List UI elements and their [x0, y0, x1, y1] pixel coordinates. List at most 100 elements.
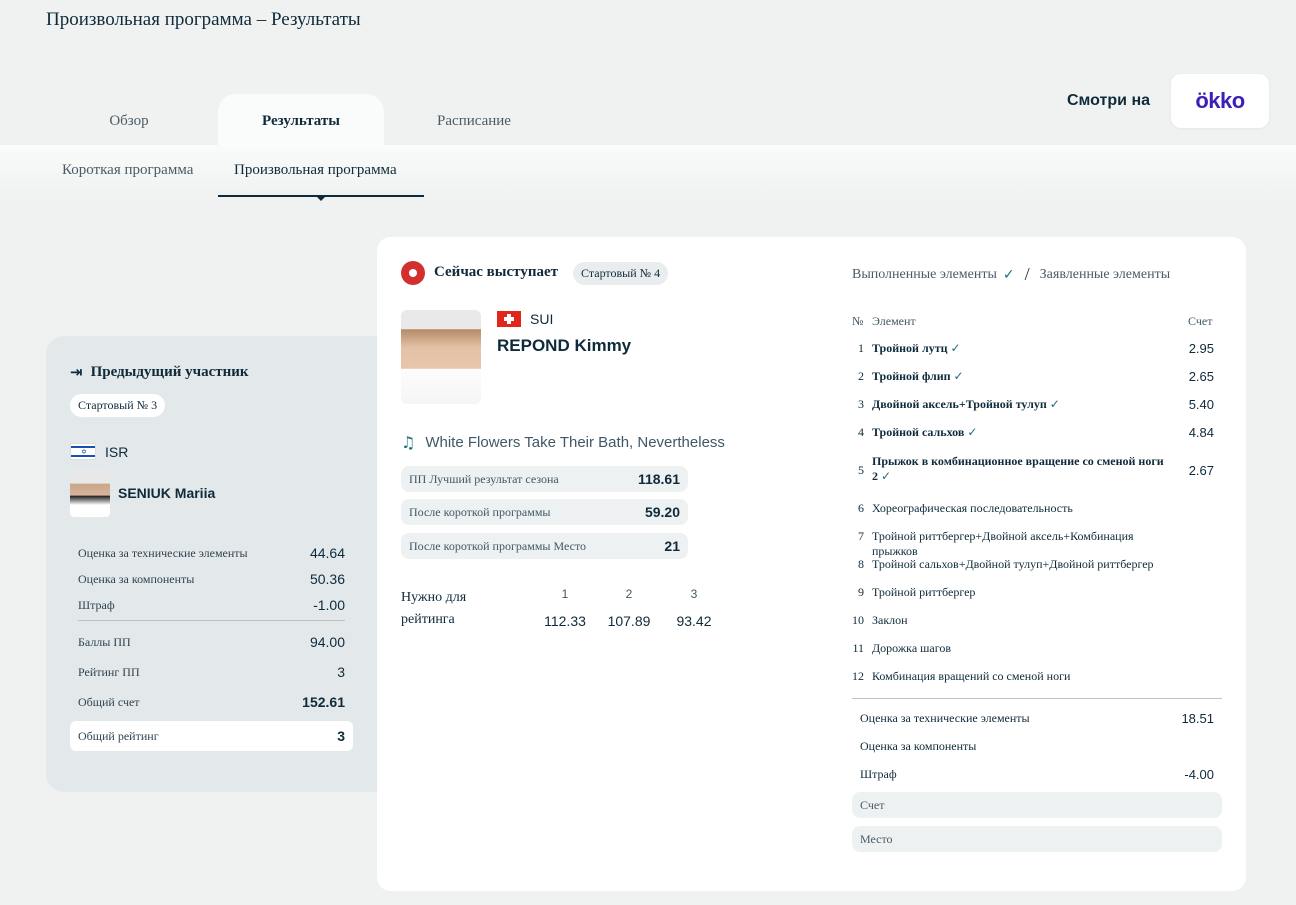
element-name-text: Хореографическая последовательность	[872, 501, 1073, 515]
current-athlete-photo	[401, 310, 481, 404]
element-name: Заклон	[872, 613, 1182, 628]
summary-label: Счет	[860, 797, 885, 812]
element-row: 8 Тройной сальхов+Двойной тулуп+Двойной р…	[852, 557, 1222, 577]
row-label: Рейтинг ПП	[78, 664, 140, 679]
subtab-caret-icon	[316, 196, 326, 201]
element-number: 3	[858, 397, 864, 411]
check-icon: ✓	[1002, 266, 1015, 283]
elements-divider	[852, 698, 1222, 699]
planned-elements-label[interactable]: Заявленные элементы	[1040, 267, 1170, 283]
element-name-text: Двойной аксель+Тройной тулуп	[872, 397, 1047, 411]
element-number: 5	[858, 463, 864, 477]
okko-button[interactable]: ökko	[1171, 74, 1269, 128]
element-name-text: Тройной сальхов	[872, 425, 965, 439]
element-name: Тройной риттбергер	[872, 585, 1182, 600]
element-number: 9	[858, 585, 864, 599]
israel-flag-icon: ✡	[70, 443, 96, 460]
previous-participant-title: Предыдущий участник	[90, 363, 249, 380]
stat-after-short-place: После короткой программы Место 21	[401, 533, 688, 559]
rank-place: 2	[625, 587, 633, 601]
element-number: 6	[858, 501, 864, 515]
element-score: 5.40	[1188, 397, 1214, 412]
rank-place: 1	[561, 587, 569, 601]
col-element: Элемент	[872, 314, 916, 328]
element-row: 6 Хореографическая последовательность	[852, 501, 1222, 521]
element-score: 4.84	[1188, 425, 1214, 440]
okko-logo: ökko	[1195, 88, 1245, 113]
element-number: 8	[858, 557, 864, 571]
element-row: 5 Прыжок в комбинационное вращение со сме…	[852, 454, 1222, 488]
needed-rank-3: 3 93.42	[664, 587, 724, 629]
watch-label: Смотри на	[1067, 92, 1151, 109]
element-name-text: Тройной лутц	[872, 341, 948, 355]
summary-value: -4.00	[1184, 766, 1214, 782]
rank-score: 107.89	[607, 613, 651, 629]
page-title: Произвольная программа – Результаты	[46, 9, 361, 30]
previous-row-fs-points: Баллы ПП 94.00	[70, 627, 353, 657]
element-number: 12	[852, 669, 864, 683]
arrow-to-line-icon: ⇥	[70, 363, 83, 381]
row-value: 3	[337, 728, 345, 744]
summary-label: Место	[860, 831, 893, 846]
rank-score: 93.42	[676, 613, 712, 629]
current-country: SUI	[497, 311, 553, 327]
tab-results[interactable]: Результаты	[218, 94, 384, 148]
row-label: Баллы ПП	[78, 634, 131, 649]
element-name-text: Тройной сальхов+Двойной тулуп+Двойной ри…	[872, 557, 1154, 571]
row-label: Общий счет	[78, 694, 140, 709]
previous-start-number: Стартовый № 3	[70, 394, 166, 417]
previous-row-total-rank: Общий рейтинг 3	[70, 721, 353, 751]
now-performing-label: Сейчас выступает	[434, 264, 558, 280]
element-name-text: Тройной флип	[872, 369, 951, 383]
element-name: Двойной аксель+Тройной тулуп ✓	[872, 397, 1182, 412]
elements-header: Выполненные элементы ✓ / Заявленные элем…	[852, 264, 1170, 285]
previous-athlete[interactable]: SENIUK Mariia	[70, 469, 215, 517]
element-name-text: Прыжок в комбинационное вращение со смен…	[872, 454, 1164, 483]
current-athlete-name[interactable]: REPOND Kimmy	[497, 336, 631, 356]
subtab-short-program[interactable]: Короткая программа	[62, 162, 193, 179]
check-icon: ✓	[1049, 397, 1060, 411]
tab-schedule[interactable]: Расписание	[384, 94, 564, 148]
summary-tes: Оценка за технические элементы 18.51	[852, 705, 1222, 731]
summary-label: Оценка за технические элементы	[860, 710, 1030, 725]
stat-value: 59.20	[644, 504, 680, 520]
element-number: 10	[852, 613, 864, 627]
element-name: Тройной флип ✓	[872, 369, 1182, 384]
row-label: Штраф	[78, 597, 115, 612]
stat-value: 21	[664, 538, 680, 554]
needed-rank-1: 1 112.33	[535, 587, 595, 629]
music-track: ♫ White Flowers Take Their Bath, Neverth…	[401, 433, 725, 452]
previous-row-pcs: Оценка за компоненты 50.36	[70, 566, 353, 592]
element-name-text: Дорожка шагов	[872, 641, 952, 655]
row-value: 44.64	[309, 545, 345, 561]
element-name: Тройной лутц ✓	[872, 341, 1182, 356]
element-name: Тройной риттбергер+Двойной аксель+Комбин…	[872, 529, 1182, 559]
row-label: Оценка за компоненты	[78, 571, 195, 586]
tab-overview[interactable]: Обзор	[40, 94, 218, 148]
performed-elements-label[interactable]: Выполненные элементы	[852, 267, 997, 283]
previous-country-code: ISR	[105, 443, 129, 460]
element-number: 4	[858, 425, 864, 439]
col-score: Счет	[1188, 314, 1213, 328]
summary-deductions: Штраф -4.00	[852, 761, 1222, 787]
subtab-free-program[interactable]: Произвольная программа	[234, 162, 397, 179]
summary-label: Оценка за компоненты	[860, 738, 977, 753]
check-icon: ✓	[950, 341, 961, 355]
stat-after-short: После короткой программы 59.20	[401, 499, 688, 525]
element-number: 2	[858, 369, 864, 383]
stat-label: После короткой программы	[409, 504, 551, 519]
element-score: 2.95	[1188, 341, 1214, 356]
element-row: 2 Тройной флип ✓ 2.65	[852, 369, 1222, 389]
previous-row-fs-rank: Рейтинг ПП 3	[70, 657, 353, 687]
check-icon: ✓	[967, 425, 978, 439]
check-icon: ✓	[881, 469, 892, 483]
music-title: White Flowers Take Their Bath, Neverthel…	[425, 434, 725, 451]
stat-value: 118.61	[637, 471, 680, 487]
previous-country: ✡ ISR	[70, 443, 128, 460]
stat-label: После короткой программы Место	[409, 538, 587, 553]
summary-value: 18.51	[1181, 710, 1214, 726]
summary-pcs: Оценка за компоненты	[852, 733, 1222, 759]
element-number: 11	[852, 641, 864, 655]
element-row: 9 Тройной риттбергер	[852, 585, 1222, 605]
row-label: Оценка за технические элементы	[78, 545, 248, 560]
